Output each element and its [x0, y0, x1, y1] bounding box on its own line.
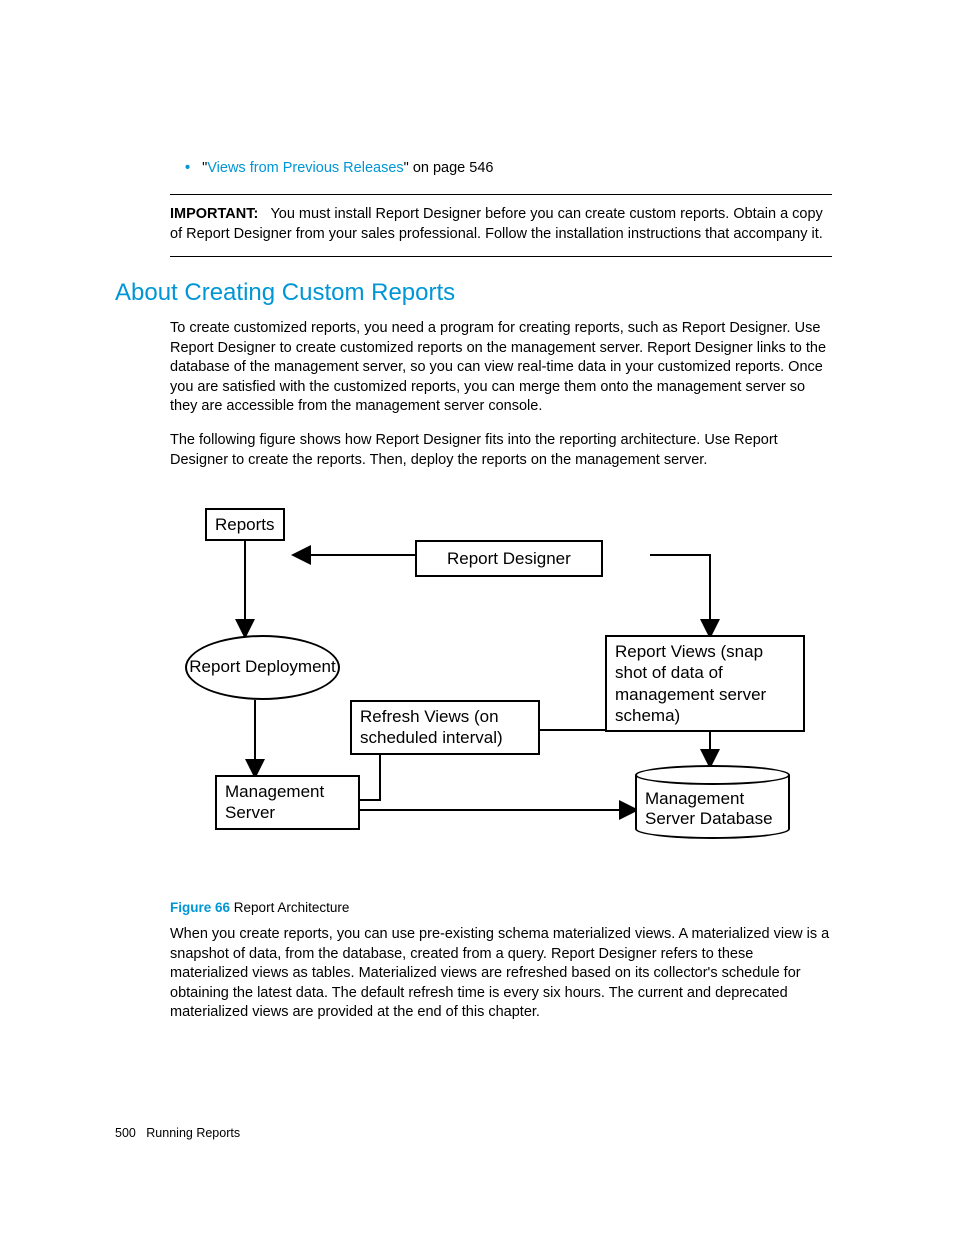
diagram-box-management-server: Management Server	[215, 775, 360, 830]
bullet-item: • "Views from Previous Releases" on page…	[185, 160, 832, 176]
section-heading: About Creating Custom Reports	[115, 279, 832, 307]
bullet-suffix: " on page 546	[404, 160, 494, 176]
bullet-dot-icon: •	[185, 160, 190, 176]
link-previous-releases[interactable]: Views from Previous Releases	[207, 160, 403, 176]
diagram-box-report-views: Report Views (snap shot of data of manag…	[605, 635, 805, 732]
important-callout: IMPORTANT: You must install Report Desig…	[170, 194, 832, 257]
diagram-cylinder-database: Management Server Database	[635, 765, 790, 839]
figure-caption-text: Report Architecture	[234, 900, 350, 915]
diagram-ellipse-label: Report Deployment	[189, 657, 335, 677]
diagram-box-report-designer: Report Designer	[415, 540, 603, 577]
diagram-box-refresh-views: Refresh Views (on scheduled interval)	[350, 700, 540, 755]
diagram-box-reports: Reports	[205, 508, 285, 541]
important-text: You must install Report Designer before …	[170, 206, 823, 242]
body-paragraph-1: To create customized reports, you need a…	[170, 319, 832, 417]
footer-section: Running Reports	[146, 1126, 240, 1140]
page-footer: 500 Running Reports	[115, 1126, 240, 1140]
figure-label: Figure 66	[170, 900, 230, 915]
architecture-diagram: Reports Report Designer Report Deploymen…	[170, 500, 800, 870]
figure-caption: Figure 66 Report Architecture	[170, 900, 832, 915]
body-paragraph-2: The following figure shows how Report De…	[170, 431, 832, 470]
important-label: IMPORTANT:	[170, 206, 258, 222]
body-paragraph-3: When you create reports, you can use pre…	[170, 925, 832, 1023]
diagram-ellipse-report-deployment: Report Deployment	[185, 635, 340, 700]
page-number: 500	[115, 1126, 136, 1140]
